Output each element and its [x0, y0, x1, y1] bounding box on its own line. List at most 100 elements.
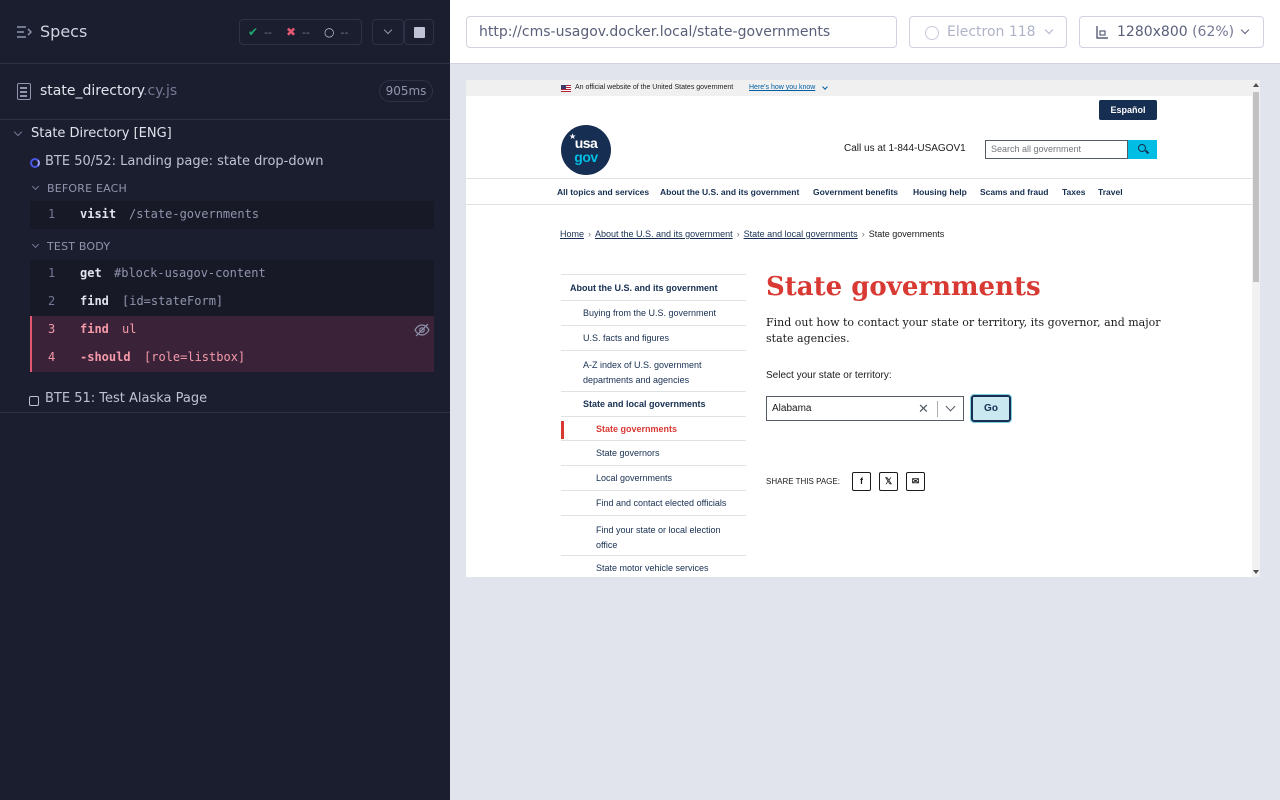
- viewport-selector[interactable]: 1280x800 (62%): [1079, 16, 1264, 48]
- sidenav-item[interactable]: State motor vehicle services: [561, 555, 746, 577]
- state-combobox[interactable]: Alabama ✕: [766, 396, 964, 421]
- spec-duration-badge: 905ms: [379, 80, 433, 102]
- test-body-commands: 1 get #block-usagov-content 2 find [id=s…: [30, 260, 434, 372]
- divider: [937, 401, 938, 417]
- logo-text-gov: gov: [574, 149, 598, 165]
- command-row[interactable]: 1 visit /state-governments: [30, 201, 434, 229]
- facebook-icon[interactable]: f: [852, 472, 871, 491]
- clear-icon[interactable]: ✕: [918, 401, 929, 417]
- sidenav-item-current[interactable]: State governments: [561, 416, 746, 440]
- before-each-label[interactable]: BEFORE EACH: [47, 182, 127, 195]
- chevron-down-icon: [1240, 25, 1250, 35]
- ruler-icon: [1096, 26, 1108, 39]
- search-button[interactable]: [1128, 140, 1157, 159]
- heres-how-link[interactable]: Here's how you know: [749, 84, 815, 91]
- command-number: 1: [48, 266, 56, 280]
- breadcrumb-link[interactable]: State and local governments: [744, 229, 858, 239]
- stop-icon: [414, 27, 425, 38]
- chevron-down-icon: [822, 84, 828, 90]
- specs-title: Specs: [40, 22, 88, 41]
- search-input[interactable]: Search all government: [985, 140, 1128, 159]
- chevron-down-icon[interactable]: [945, 401, 956, 412]
- chevron-down-icon: [1044, 25, 1054, 35]
- command-row[interactable]: 1 get #block-usagov-content: [30, 260, 434, 288]
- sidenav-item[interactable]: About the U.S. and its government: [561, 274, 746, 300]
- breadcrumb-separator: ›: [861, 229, 865, 239]
- browser-selector[interactable]: Electron 118: [909, 16, 1067, 48]
- stop-button[interactable]: [404, 19, 434, 45]
- iframe-scrollbar[interactable]: [1252, 80, 1260, 577]
- command-row[interactable]: 2 find [id=stateForm]: [30, 288, 434, 316]
- x-icon: ✖: [286, 25, 297, 39]
- chevron-down-icon: [383, 25, 393, 35]
- usagov-logo[interactable]: ★ usa gov: [561, 125, 611, 175]
- cypress-runner-panel: Specs ✔ -- ✖ -- ○ -- state_directory.cy.…: [0, 0, 450, 800]
- specs-list-icon[interactable]: [16, 24, 32, 40]
- passed-stat: ✔ --: [248, 25, 272, 39]
- sidenav-item[interactable]: Find and contact elected officials: [561, 490, 746, 515]
- command-row-failed[interactable]: 3 find ul: [30, 316, 434, 344]
- command-name: get: [80, 266, 102, 280]
- url-bar[interactable]: http://cms-usagov.docker.local/state-gov…: [466, 16, 897, 48]
- go-button[interactable]: Go: [970, 394, 1012, 423]
- command-row-failed[interactable]: 4 -should [role=listbox]: [30, 344, 434, 372]
- scroll-thumb[interactable]: [1253, 92, 1259, 282]
- espanol-button[interactable]: Español: [1099, 100, 1157, 120]
- page-lead: Find out how to contact your state or te…: [766, 316, 1161, 345]
- suite-title[interactable]: State Directory [ENG]: [31, 126, 172, 141]
- command-name: find: [80, 294, 109, 308]
- us-flag-icon: [561, 85, 571, 92]
- check-icon: ✔: [248, 25, 259, 39]
- test-body-label[interactable]: TEST BODY: [47, 240, 110, 253]
- command-arg: ul: [122, 322, 137, 336]
- scroll-down-arrow-icon[interactable]: [1253, 570, 1259, 574]
- electron-icon: [925, 26, 939, 40]
- page-title: State governments: [766, 272, 1041, 302]
- breadcrumb-link[interactable]: About the U.S. and its government: [595, 229, 733, 239]
- breadcrumb-link[interactable]: Home: [560, 229, 584, 239]
- nav-item[interactable]: All topics and services: [557, 187, 649, 197]
- failed-stat: ✖ --: [286, 25, 310, 39]
- command-number: 3: [48, 322, 56, 336]
- command-arg: /state-governments: [129, 207, 260, 221]
- sidenav-item[interactable]: Local governments: [561, 465, 746, 490]
- pending-circle-icon: ○: [324, 25, 335, 39]
- share-label: SHARE THIS PAGE:: [766, 477, 840, 486]
- scroll-up-arrow-icon[interactable]: [1253, 83, 1259, 87]
- sidenav-item[interactable]: A-Z index of U.S. government departments…: [561, 350, 746, 391]
- command-name: visit: [80, 207, 117, 221]
- eye-slash-icon[interactable]: [414, 322, 430, 338]
- breadcrumb-current: State governments: [868, 229, 945, 239]
- test-title[interactable]: BTE 51: Test Alaska Page: [45, 391, 207, 406]
- command-name: find: [80, 322, 109, 336]
- nav-item[interactable]: Travel: [1098, 187, 1123, 197]
- search-icon: [1138, 144, 1146, 152]
- test-title[interactable]: BTE 50/52: Landing page: state drop-down: [45, 154, 323, 169]
- pending-count: --: [340, 25, 349, 39]
- nav-item[interactable]: Government benefits: [813, 187, 898, 197]
- zoom-label: (62%): [1192, 24, 1235, 40]
- collapse-tests-button[interactable]: [372, 19, 404, 45]
- pending-test-icon: [29, 396, 39, 406]
- nav-item[interactable]: Scams and fraud: [980, 187, 1049, 197]
- sidenav-item[interactable]: State governors: [561, 440, 746, 465]
- nav-item[interactable]: Taxes: [1062, 187, 1085, 197]
- spec-file-name: state_directory.cy.js: [40, 83, 178, 99]
- aut-iframe: An official website of the United States…: [466, 80, 1260, 577]
- email-icon[interactable]: ✉: [906, 472, 925, 491]
- official-gov-banner: An official website of the United States…: [466, 80, 1252, 96]
- chevron-down-icon[interactable]: [31, 182, 40, 191]
- document-icon: [17, 83, 31, 100]
- chevron-down-icon[interactable]: [31, 240, 40, 249]
- chevron-down-icon[interactable]: [13, 127, 23, 137]
- x-icon[interactable]: 𝕏: [879, 472, 898, 491]
- nav-item[interactable]: Housing help: [913, 187, 967, 197]
- sidenav-item[interactable]: Buying from the U.S. government: [561, 300, 746, 325]
- breadcrumb-separator: ›: [588, 229, 592, 239]
- spec-file-ext: .cy.js: [143, 83, 178, 99]
- sidenav-item[interactable]: Find your state or local election office: [561, 515, 746, 555]
- sidenav-item[interactable]: U.S. facts and figures: [561, 325, 746, 350]
- sidenav-item[interactable]: State and local governments: [561, 391, 746, 416]
- nav-item[interactable]: About the U.S. and its government: [660, 187, 799, 197]
- breadcrumb: Home › About the U.S. and its government › S…: [560, 229, 944, 239]
